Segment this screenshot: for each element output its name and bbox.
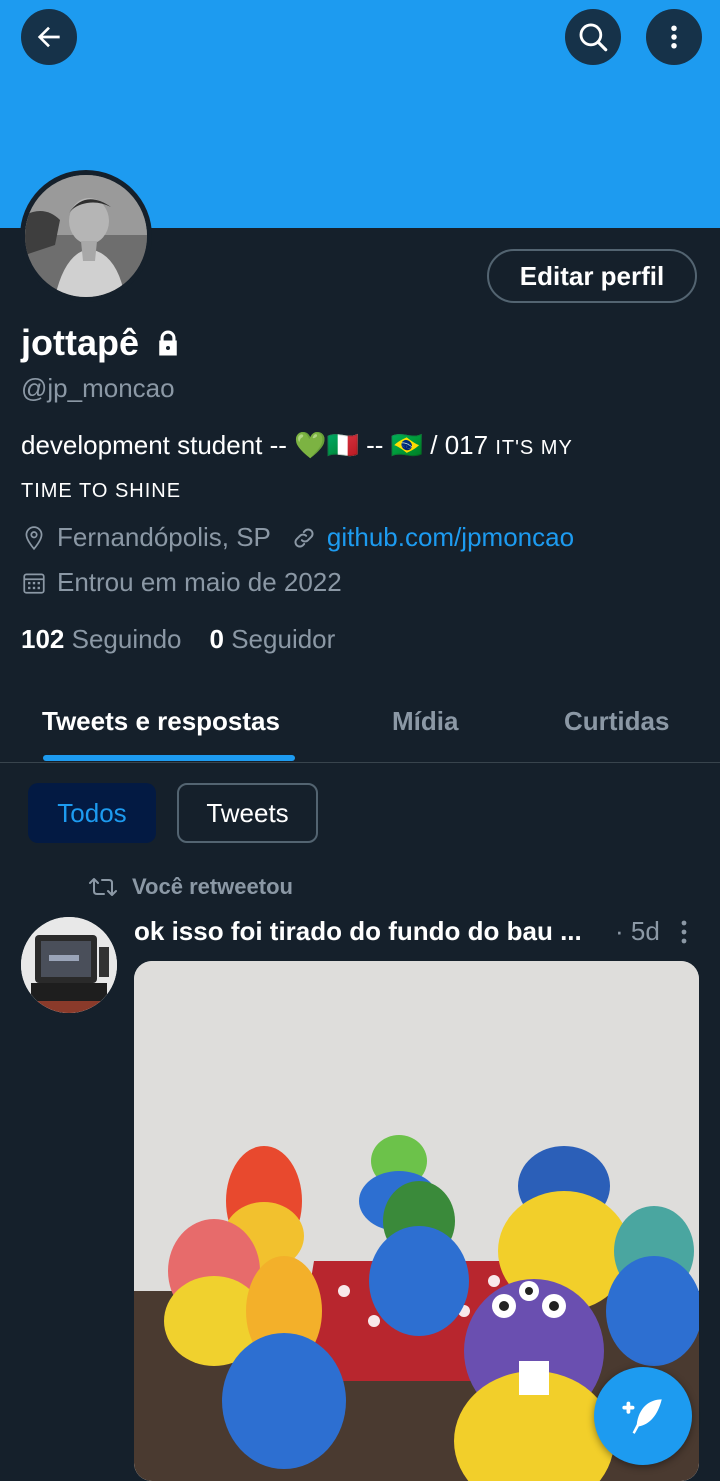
following-count: 102 bbox=[21, 624, 65, 654]
filter-tweets-chip[interactable]: Tweets bbox=[177, 783, 318, 843]
followers-count: 0 bbox=[209, 624, 224, 654]
edit-profile-button[interactable]: Editar perfil bbox=[487, 249, 697, 303]
follow-stats: 102 Seguindo 0 Seguidor bbox=[21, 624, 335, 655]
active-tab-indicator bbox=[43, 755, 295, 761]
retweet-indicator: Você retweetou bbox=[88, 874, 293, 900]
bio-smallcaps-2: TIME TO SHINE bbox=[21, 480, 182, 502]
bio-text: development student -- 💚🇮🇹 -- 🇧🇷 / 017 bbox=[21, 430, 496, 460]
avatar-image bbox=[25, 175, 147, 297]
filter-all-chip[interactable]: Todos bbox=[28, 783, 156, 843]
compose-feather-icon bbox=[622, 1399, 662, 1434]
tweet-more-icon[interactable] bbox=[676, 918, 692, 946]
tweet-author-avatar[interactable] bbox=[21, 917, 117, 1013]
more-options-button[interactable] bbox=[646, 9, 702, 65]
lock-icon bbox=[159, 330, 177, 356]
profile-avatar[interactable] bbox=[20, 170, 152, 302]
arrow-left-icon bbox=[37, 26, 60, 48]
search-button[interactable] bbox=[565, 9, 621, 65]
profile-location-row: Fernandópolis, SP github.com/jpmoncao bbox=[21, 522, 574, 553]
tweet-text[interactable]: ok isso foi tirado do fundo do bau ... bbox=[134, 916, 582, 947]
following-link[interactable]: 102 Seguindo bbox=[21, 624, 182, 655]
more-vertical-icon bbox=[671, 25, 677, 49]
followers-link[interactable]: 0 Seguidor bbox=[210, 624, 336, 655]
back-button[interactable] bbox=[21, 9, 77, 65]
link-icon bbox=[294, 528, 314, 547]
profile-joined-row: Entrou em maio de 2022 bbox=[21, 567, 342, 598]
location-pin-icon bbox=[25, 525, 43, 550]
tweet-timestamp[interactable]: · 5d bbox=[615, 916, 660, 947]
retweet-label-text: Você retweetou bbox=[132, 874, 293, 899]
profile-handle: @jp_moncao bbox=[21, 373, 175, 403]
profile-name: jottapê bbox=[21, 322, 183, 364]
followers-label: Seguidor bbox=[231, 624, 336, 654]
retweet-icon bbox=[89, 878, 117, 896]
profile-tabs: Tweets e respostas Mídia Curtidas bbox=[0, 690, 720, 763]
location-text: Fernandópolis, SP bbox=[57, 522, 271, 552]
following-label: Seguindo bbox=[71, 624, 182, 654]
profile-bio: development student -- 💚🇮🇹 -- 🇧🇷 / 017 I… bbox=[21, 425, 701, 511]
tab-likes[interactable]: Curtidas bbox=[564, 706, 669, 737]
calendar-icon bbox=[23, 572, 45, 594]
joined-text: Entrou em maio de 2022 bbox=[57, 567, 342, 597]
tab-media[interactable]: Mídia bbox=[392, 706, 458, 737]
search-icon bbox=[579, 23, 608, 52]
compose-tweet-button[interactable] bbox=[594, 1367, 692, 1465]
website-link[interactable]: github.com/jpmoncao bbox=[327, 522, 574, 553]
bio-smallcaps-1: IT'S MY bbox=[495, 437, 573, 459]
display-name: jottapê bbox=[21, 322, 140, 363]
tab-tweets-and-replies[interactable]: Tweets e respostas bbox=[42, 706, 280, 737]
